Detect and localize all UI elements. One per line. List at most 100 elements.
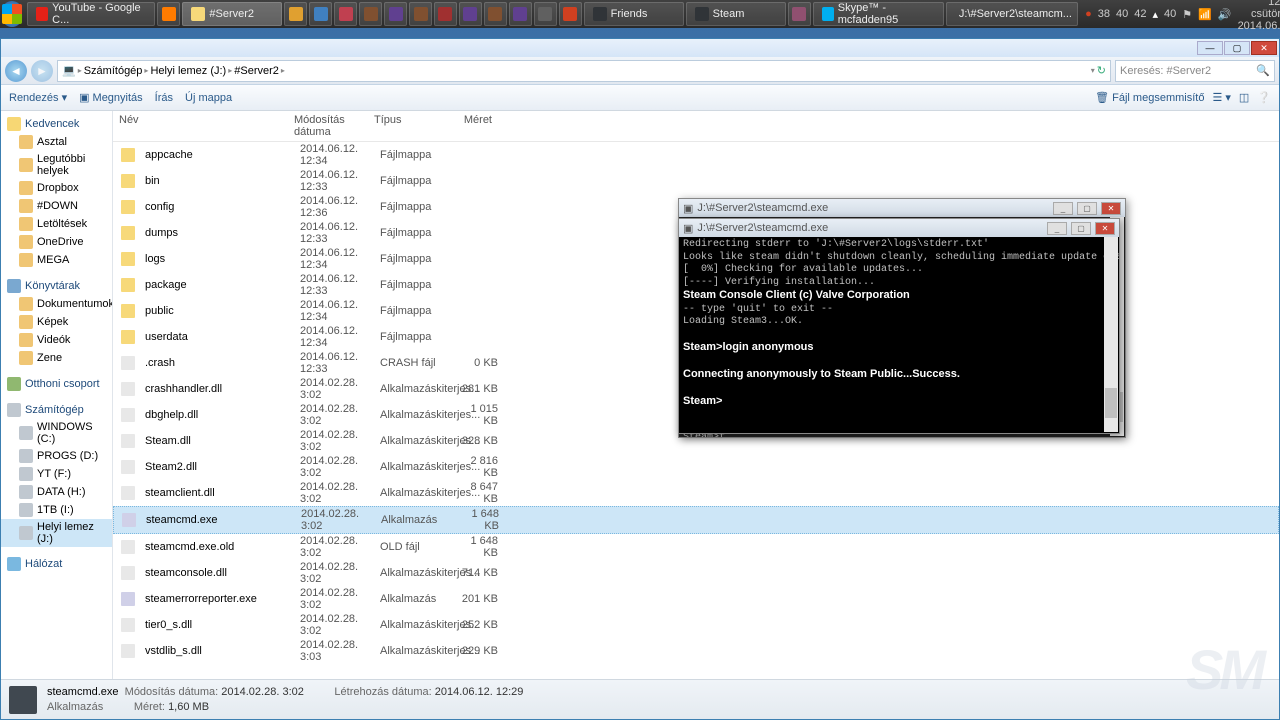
taskbar-item[interactable]	[157, 2, 180, 26]
taskbar-item[interactable]: YouTube - Google C...	[27, 2, 155, 26]
breadcrumb-dropdown-icon[interactable]: ▾	[1091, 66, 1095, 75]
taskbar-item[interactable]	[788, 2, 811, 26]
console-titlebar[interactable]: ▣ J:\#Server2\steamcmd.exe _ ▢ ✕	[679, 219, 1119, 237]
maximize-button[interactable]: ▢	[1224, 41, 1250, 55]
forward-button[interactable]: ►	[31, 60, 53, 82]
file-row[interactable]: steamcmd.exe2014.02.28. 3:02Alkalmazás1 …	[113, 506, 1279, 534]
taskbar-item[interactable]	[384, 2, 407, 26]
sidebar-item[interactable]: Zene	[1, 349, 112, 367]
taskbar-item[interactable]	[534, 2, 557, 26]
view-options-icon[interactable]: ☰ ▾	[1212, 91, 1230, 104]
write-button[interactable]: Írás	[155, 92, 173, 104]
console-titlebar[interactable]: ▣ J:\#Server2\steamcmd.exe _ ▢ ✕	[679, 199, 1125, 217]
sidebar-item[interactable]: Helyi lemez (J:)	[1, 519, 112, 547]
tray-chevron-icon[interactable]: ▴	[1153, 8, 1159, 21]
taskbar-item[interactable]	[509, 2, 532, 26]
taskbar-item[interactable]	[559, 2, 582, 26]
sidebar-item[interactable]: DATA (H:)	[1, 483, 112, 501]
sidebar-item[interactable]: Letöltések	[1, 215, 112, 233]
minimize-button[interactable]: _	[1047, 222, 1067, 235]
refresh-icon[interactable]: ↻	[1097, 64, 1106, 77]
start-button[interactable]	[2, 1, 22, 27]
column-type[interactable]: Típus	[368, 114, 448, 138]
maximize-button[interactable]: ▢	[1077, 202, 1097, 215]
sidebar-item[interactable]: Legutóbbi helyek	[1, 151, 112, 179]
window-titlebar[interactable]: — ▢ ✕	[1, 39, 1279, 57]
back-button[interactable]: ◄	[5, 60, 27, 82]
tray-clock[interactable]: 12:36 csütörtök 2014.06.12.	[1238, 0, 1280, 32]
taskbar-item[interactable]: Friends	[584, 2, 684, 26]
taskbar-item[interactable]	[359, 2, 382, 26]
taskbar-item[interactable]: #Server2	[182, 2, 282, 26]
file-row[interactable]: steamcmd.exe.old2014.02.28. 3:02OLD fájl…	[113, 534, 1279, 560]
file-row[interactable]: bin2014.06.12. 12:33Fájlmappa	[113, 168, 1279, 194]
sidebar-item[interactable]: MEGA	[1, 251, 112, 269]
tray-flag-icon[interactable]: ⚑	[1182, 8, 1192, 21]
sidebar-item[interactable]: Képek	[1, 313, 112, 331]
taskbar-item-icon	[191, 7, 205, 21]
sidebar-item[interactable]: PROGS (D:)	[1, 447, 112, 465]
taskbar-item[interactable]	[484, 2, 507, 26]
scrollbar[interactable]	[1104, 237, 1118, 432]
taskbar-item[interactable]	[309, 2, 332, 26]
minimize-button[interactable]: _	[1053, 202, 1073, 215]
column-date[interactable]: Módosítás dátuma	[288, 114, 368, 138]
sidebar-item[interactable]: Dropbox	[1, 179, 112, 197]
file-row[interactable]: tier0_s.dll2014.02.28. 3:02Alkalmazáskit…	[113, 612, 1279, 638]
open-button[interactable]: ▣Megnyitás	[79, 91, 143, 104]
column-size[interactable]: Méret	[448, 114, 498, 138]
minimize-button[interactable]: —	[1197, 41, 1223, 55]
file-name: steamclient.dll	[139, 487, 294, 499]
sidebar-item[interactable]: 1TB (I:)	[1, 501, 112, 519]
breadcrumb-item[interactable]: Helyi lemez (J:)	[150, 65, 226, 77]
close-button[interactable]: ✕	[1101, 202, 1121, 215]
file-row[interactable]: vstdlib_s.dll2014.02.28. 3:03Alkalmazásk…	[113, 638, 1279, 664]
breadcrumb-item[interactable]: #Server2	[234, 65, 279, 77]
close-button[interactable]: ✕	[1095, 222, 1115, 235]
sidebar-item[interactable]: #DOWN	[1, 197, 112, 215]
organize-menu[interactable]: Rendezés ▾	[9, 91, 67, 104]
sidebar-item[interactable]: OneDrive	[1, 233, 112, 251]
file-row[interactable]: steamerrorreporter.exe2014.02.28. 3:02Al…	[113, 586, 1279, 612]
tray-network-icon[interactable]: 📶	[1198, 8, 1212, 21]
sidebar-network-header[interactable]: Hálózat	[1, 555, 112, 573]
tray-volume-icon[interactable]: 🔊	[1218, 8, 1232, 21]
sidebar-item[interactable]: YT (F:)	[1, 465, 112, 483]
sidebar-computer-header[interactable]: Számítógép	[1, 401, 112, 419]
homegroup-icon	[7, 377, 21, 391]
sidebar-item[interactable]: Dokumentumok	[1, 295, 112, 313]
sidebar-libraries-header[interactable]: Könyvtárak	[1, 277, 112, 295]
file-row[interactable]: steamclient.dll2014.02.28. 3:02Alkalmazá…	[113, 480, 1279, 506]
file-row[interactable]: Steam2.dll2014.02.28. 3:02Alkalmazáskite…	[113, 454, 1279, 480]
taskbar-item[interactable]	[434, 2, 457, 26]
file-row[interactable]: steamconsole.dll2014.02.28. 3:02Alkalmaz…	[113, 560, 1279, 586]
sidebar-homegroup-header[interactable]: Otthoni csoport	[1, 375, 112, 393]
sidebar-favorites-header[interactable]: Kedvencek	[1, 115, 112, 133]
help-icon[interactable]: ❔	[1257, 91, 1271, 104]
column-name[interactable]: Név	[113, 114, 288, 138]
taskbar-item[interactable]: J:\#Server2\steamcm...	[946, 2, 1078, 26]
taskbar-item[interactable]	[334, 2, 357, 26]
preview-pane-icon[interactable]: ◫	[1239, 91, 1249, 104]
taskbar-item[interactable]	[459, 2, 482, 26]
breadcrumb-item[interactable]: Számítógép	[84, 65, 143, 77]
explorer-toolbar: Rendezés ▾ ▣Megnyitás Írás Új mappa 🗑Fáj…	[1, 85, 1279, 111]
new-folder-button[interactable]: Új mappa	[185, 92, 232, 104]
maximize-button[interactable]: ▢	[1071, 222, 1091, 235]
file-row[interactable]: appcache2014.06.12. 12:34Fájlmappa	[113, 142, 1279, 168]
search-input[interactable]: Keresés: #Server2 🔍	[1115, 60, 1275, 82]
sidebar-item[interactable]: WINDOWS (C:)	[1, 419, 112, 447]
close-button[interactable]: ✕	[1251, 41, 1277, 55]
taskbar-item[interactable]	[409, 2, 432, 26]
console-output[interactable]: Redirecting stderr to 'J:\#Server2\logs\…	[679, 237, 1119, 433]
file-size: 252 KB	[454, 619, 504, 631]
taskbar-item[interactable]: Skype™ - mcfadden95	[813, 2, 944, 26]
breadcrumb[interactable]: 💻 ▸ Számítógép ▸ Helyi lemez (J:) ▸ #Ser…	[57, 60, 1111, 82]
sidebar-item[interactable]: Videók	[1, 331, 112, 349]
taskbar-item[interactable]	[284, 2, 307, 26]
address-bar: ◄ ► 💻 ▸ Számítógép ▸ Helyi lemez (J:) ▸ …	[1, 57, 1279, 85]
taskbar-item[interactable]: Steam	[686, 2, 786, 26]
sidebar-item[interactable]: Asztal	[1, 133, 112, 151]
file-type: Fájlmappa	[374, 253, 454, 265]
shredder-button[interactable]: 🗑Fájl megsemmisítő	[1095, 91, 1204, 104]
